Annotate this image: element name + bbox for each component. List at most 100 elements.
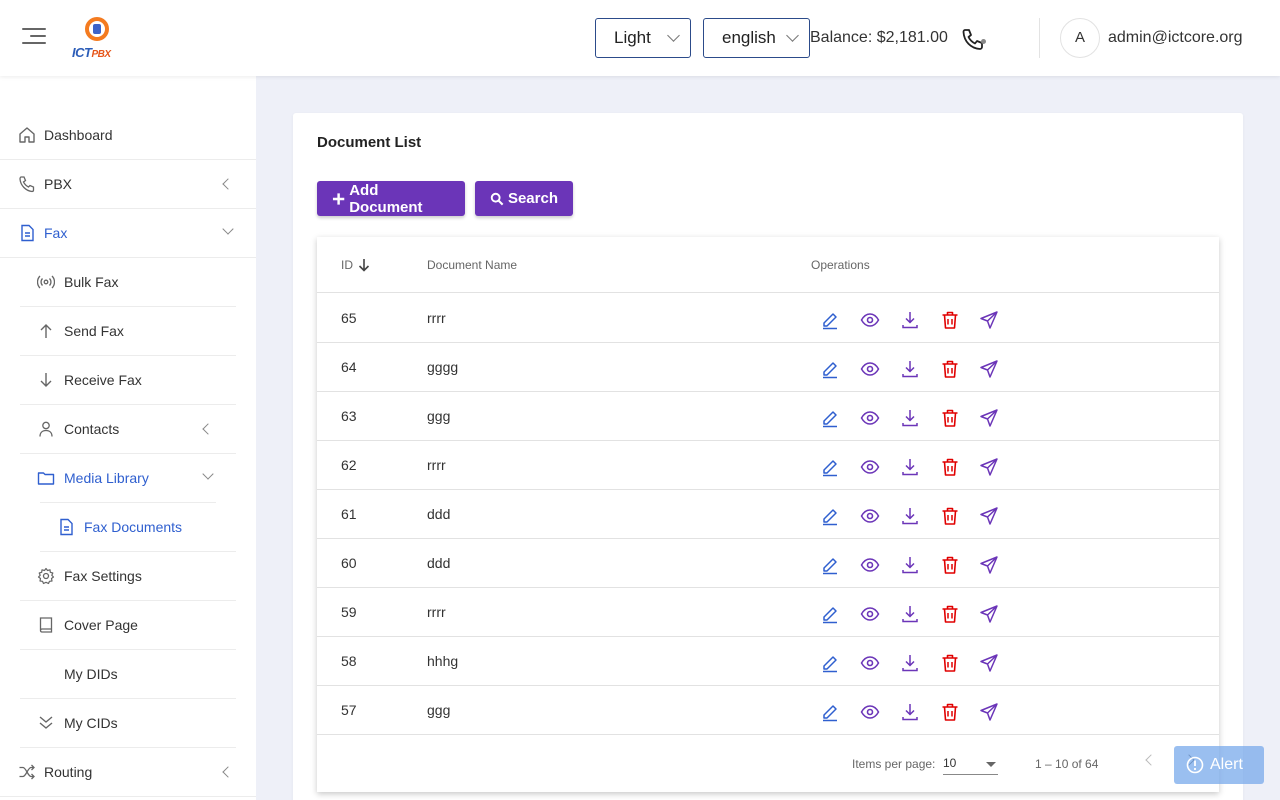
sidebar-item-fax[interactable]: Fax xyxy=(0,209,256,258)
download-icon[interactable] xyxy=(900,653,922,675)
delete-trash-icon[interactable] xyxy=(940,506,962,528)
delete-trash-icon[interactable] xyxy=(940,408,962,430)
sidebar-item-receive-fax[interactable]: Receive Fax xyxy=(20,356,236,405)
view-eye-icon[interactable] xyxy=(860,506,882,528)
cell-id: 62 xyxy=(341,457,357,473)
user-email[interactable]: admin@ictcore.org xyxy=(1108,29,1243,47)
edit-icon[interactable] xyxy=(820,310,842,332)
edit-icon[interactable] xyxy=(820,555,842,577)
logo[interactable]: ICTPBX xyxy=(72,16,124,60)
theme-select[interactable]: Light xyxy=(595,18,691,58)
view-eye-icon[interactable] xyxy=(860,359,882,381)
download-icon[interactable] xyxy=(900,408,922,430)
edit-icon[interactable] xyxy=(820,702,842,724)
send-icon[interactable] xyxy=(979,457,1001,479)
delete-trash-icon[interactable] xyxy=(940,555,962,577)
search-label: Search xyxy=(507,190,558,207)
cell-document-name: rrrr xyxy=(427,457,446,473)
sidebar-item-media-library[interactable]: Media Library xyxy=(20,454,236,503)
delete-trash-icon[interactable] xyxy=(940,457,962,479)
language-select[interactable]: english xyxy=(703,18,810,58)
logo-text: ICTPBX xyxy=(72,45,111,60)
edit-icon[interactable] xyxy=(820,457,842,479)
download-icon[interactable] xyxy=(900,702,922,724)
cell-document-name: gggg xyxy=(427,359,459,375)
delete-trash-icon[interactable] xyxy=(940,653,962,675)
alert-icon xyxy=(1186,756,1204,774)
sidebar-item-fax-settings[interactable]: Fax Settings xyxy=(20,552,236,601)
column-header-id[interactable]: ID xyxy=(341,258,370,272)
sidebar-item-label: Cover Page xyxy=(64,617,138,633)
view-eye-icon[interactable] xyxy=(860,555,882,577)
view-eye-icon[interactable] xyxy=(860,702,882,724)
delete-trash-icon[interactable] xyxy=(940,359,962,381)
sidebar-item-contacts[interactable]: Contacts xyxy=(20,405,236,454)
send-icon[interactable] xyxy=(979,702,1001,724)
add-document-button[interactable]: Add Document xyxy=(317,181,465,216)
send-icon[interactable] xyxy=(979,359,1001,381)
search-button[interactable]: Search xyxy=(475,181,573,216)
sidebar-item-label: My CIDs xyxy=(64,715,118,731)
download-icon[interactable] xyxy=(900,506,922,528)
arrow-up-icon xyxy=(40,324,52,338)
table-row: 57 ggg xyxy=(317,686,1219,735)
sidebar-item-bulk-fax[interactable]: Bulk Fax xyxy=(20,258,236,307)
document-icon xyxy=(60,518,73,536)
view-eye-icon[interactable] xyxy=(860,310,882,332)
view-eye-icon[interactable] xyxy=(860,408,882,430)
download-icon[interactable] xyxy=(900,604,922,626)
send-icon[interactable] xyxy=(979,408,1001,430)
delete-trash-icon[interactable] xyxy=(940,604,962,626)
send-icon[interactable] xyxy=(979,310,1001,332)
view-eye-icon[interactable] xyxy=(860,653,882,675)
folder-icon xyxy=(37,472,55,485)
sidebar-item-fax-documents[interactable]: Fax Documents xyxy=(40,503,236,552)
edit-icon[interactable] xyxy=(820,506,842,528)
view-eye-icon[interactable] xyxy=(860,604,882,626)
menu-toggle-icon[interactable] xyxy=(22,28,46,48)
items-per-page-value: 10 xyxy=(943,756,957,770)
delete-trash-icon[interactable] xyxy=(940,702,962,724)
sidebar-item-label: Fax xyxy=(44,225,68,241)
delete-trash-icon[interactable] xyxy=(940,310,962,332)
alert-button[interactable]: Alert xyxy=(1174,746,1264,784)
cell-document-name: hhhg xyxy=(427,653,459,669)
view-eye-icon[interactable] xyxy=(860,457,882,479)
table-row: 64 gggg xyxy=(317,343,1219,392)
edit-icon[interactable] xyxy=(820,653,842,675)
send-icon[interactable] xyxy=(979,653,1001,675)
cell-id: 58 xyxy=(341,653,357,669)
document-icon xyxy=(21,224,34,242)
previous-page-icon[interactable] xyxy=(1145,754,1157,766)
download-icon[interactable] xyxy=(900,310,922,332)
cell-document-name: rrrr xyxy=(427,604,446,620)
sidebar-item-label: Media Library xyxy=(64,470,149,486)
pagination-range: 1 – 10 of 64 xyxy=(1035,757,1099,771)
edit-icon[interactable] xyxy=(820,604,842,626)
cell-id: 57 xyxy=(341,702,357,718)
plus-icon xyxy=(332,192,345,205)
send-icon[interactable] xyxy=(979,555,1001,577)
download-icon[interactable] xyxy=(900,457,922,479)
edit-icon[interactable] xyxy=(820,408,842,430)
send-icon[interactable] xyxy=(979,604,1001,626)
sidebar-item-cover-page[interactable]: Cover Page xyxy=(20,601,236,650)
items-per-page-select[interactable]: 10 xyxy=(943,753,998,775)
sidebar-item-my-cids[interactable]: My CIDs xyxy=(20,699,236,748)
sidebar-item-pbx[interactable]: PBX xyxy=(0,160,256,209)
sidebar-item-routing[interactable]: Routing xyxy=(0,748,256,797)
download-icon[interactable] xyxy=(900,555,922,577)
avatar[interactable]: A xyxy=(1060,18,1100,58)
balance-text: Balance: $2,181.00 xyxy=(810,29,948,46)
sidebar-item-send-fax[interactable]: Send Fax xyxy=(20,307,236,356)
download-icon[interactable] xyxy=(900,359,922,381)
sidebar-item-dashboard[interactable]: Dashboard xyxy=(0,111,256,160)
chevron-down-icon xyxy=(222,223,234,235)
user-icon xyxy=(39,421,53,437)
table-row: 58 hhhg xyxy=(317,637,1219,686)
chevron-left-icon xyxy=(202,423,214,435)
sidebar-item-my-dids[interactable]: My DIDs xyxy=(20,650,236,699)
send-icon[interactable] xyxy=(979,506,1001,528)
phone-icon[interactable] xyxy=(960,27,988,51)
edit-icon[interactable] xyxy=(820,359,842,381)
